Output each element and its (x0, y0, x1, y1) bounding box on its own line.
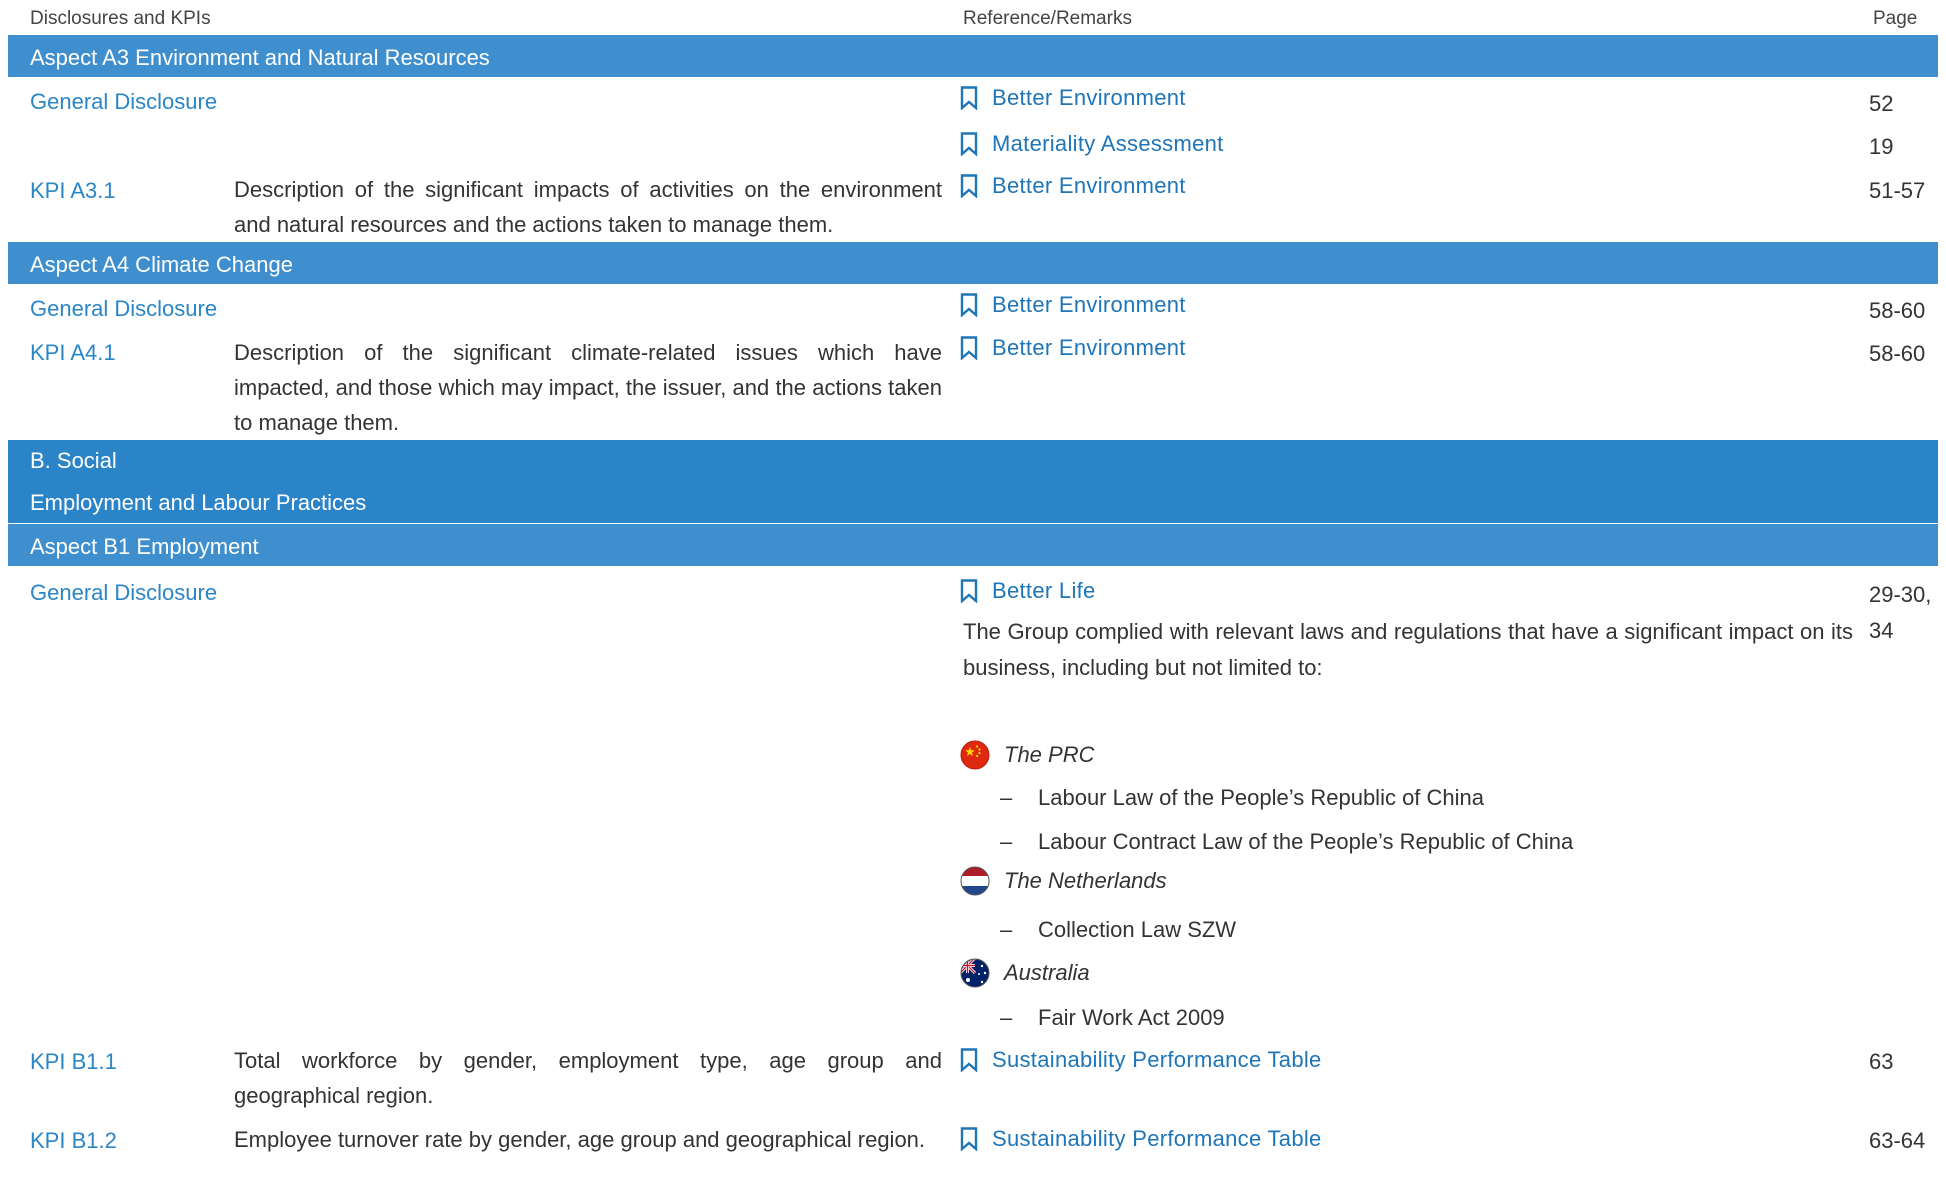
reference-link[interactable]: Sustainability Performance Table (960, 1126, 1322, 1152)
country-name: Australia (1004, 960, 1090, 985)
dash-marker: – (1000, 785, 1013, 810)
reference-text: Materiality Assessment (992, 131, 1224, 156)
reference-link[interactable]: Materiality Assessment (960, 131, 1224, 157)
bookmark-icon (960, 1048, 978, 1072)
page-number: 52 (1869, 91, 1894, 116)
page-number: 63-64 (1869, 1128, 1926, 1153)
law-item: – Labour Contract Law of the People’s Re… (1000, 829, 1573, 855)
section-title: B. Social (30, 448, 117, 473)
subsection-title: Employment and Labour Practices (30, 490, 367, 515)
reference-link[interactable]: Better Environment (960, 292, 1186, 318)
row-label-kpi-a4-1: KPI A4.1 (30, 340, 116, 365)
reference-text: Better Environment (992, 335, 1186, 360)
row-label-b1-general-disclosure: General Disclosure (30, 580, 218, 605)
kpi-description: Total workforce by gender, employment ty… (234, 1048, 942, 1108)
netherlands-flag-icon (960, 866, 990, 896)
row-label-a3-general-disclosure: General Disclosure (30, 89, 218, 114)
country-heading: Australia (960, 958, 1090, 988)
country-name: The PRC (1004, 742, 1095, 767)
reference-text: Better Environment (992, 173, 1186, 198)
dash-marker: – (1000, 917, 1013, 942)
reference-text: Sustainability Performance Table (992, 1126, 1322, 1151)
section-band-a3: Aspect A3 Environment and Natural Resour… (8, 35, 1938, 77)
bookmark-icon (960, 336, 978, 360)
bookmark-icon (960, 86, 978, 110)
section-title: Aspect A3 Environment and Natural Resour… (30, 45, 490, 70)
reference-link[interactable]: Better Environment (960, 335, 1186, 361)
china-flag-icon (960, 740, 990, 770)
reference-text: Better Environment (992, 292, 1186, 317)
bookmark-icon (960, 293, 978, 317)
law-item: – Fair Work Act 2009 (1000, 1005, 1225, 1031)
page-number: 63 (1869, 1049, 1894, 1074)
kpi-description: Description of the significant climate-r… (234, 340, 942, 435)
page-number: 29-30, (1869, 582, 1932, 607)
page-number: 51-57 (1869, 178, 1926, 203)
reference-text: Sustainability Performance Table (992, 1047, 1322, 1072)
reference-link[interactable]: Sustainability Performance Table (960, 1047, 1322, 1073)
law-name: Labour Contract Law of the People’s Repu… (1038, 829, 1574, 854)
page-number: 58-60 (1869, 341, 1926, 366)
bookmark-icon (960, 174, 978, 198)
reference-link[interactable]: Better Environment (960, 173, 1186, 199)
dash-marker: – (1000, 829, 1013, 854)
australia-flag-icon (960, 958, 990, 988)
law-name: Collection Law SZW (1038, 917, 1237, 942)
section-band-b1: Aspect B1 Employment (8, 524, 1938, 566)
country-heading: The PRC (960, 740, 1094, 770)
compliance-remark: The Group complied with relevant laws an… (963, 619, 1853, 680)
page-number: 58-60 (1869, 298, 1926, 323)
section-band-a4: Aspect A4 Climate Change (8, 242, 1938, 284)
country-name: The Netherlands (1004, 868, 1167, 893)
reference-link[interactable]: Better Life (960, 578, 1096, 604)
bookmark-icon (960, 579, 978, 603)
dash-marker: – (1000, 1005, 1013, 1030)
section-band-b-social: B. Social Employment and Labour Practice… (8, 440, 1938, 523)
country-heading: The Netherlands (960, 866, 1167, 896)
kpi-description: Description of the significant impacts o… (234, 177, 942, 237)
reference-text: Better Life (992, 578, 1096, 603)
law-name: Labour Law of the People’s Republic of C… (1038, 785, 1485, 810)
row-label-kpi-b1-1: KPI B1.1 (30, 1049, 117, 1074)
law-item: – Collection Law SZW (1000, 917, 1236, 943)
column-header-disclosures: Disclosures and KPIs (30, 8, 211, 29)
row-label-a4-general-disclosure: General Disclosure (30, 296, 218, 321)
column-header-reference: Reference/Remarks (963, 8, 1132, 29)
reference-text: Better Environment (992, 85, 1186, 110)
row-label-kpi-b1-2: KPI B1.2 (30, 1128, 117, 1153)
page-number: 34 (1869, 618, 1894, 643)
law-item: – Labour Law of the People’s Republic of… (1000, 785, 1484, 811)
section-title: Aspect A4 Climate Change (30, 252, 293, 277)
section-title: Aspect B1 Employment (30, 534, 259, 559)
page-number: 19 (1869, 134, 1894, 159)
bookmark-icon (960, 1127, 978, 1151)
kpi-description: Employee turnover rate by gender, age gr… (234, 1127, 926, 1152)
column-header-page: Page (1873, 8, 1918, 29)
reference-link[interactable]: Better Environment (960, 85, 1186, 111)
law-name: Fair Work Act 2009 (1038, 1005, 1225, 1030)
bookmark-icon (960, 132, 978, 156)
row-label-kpi-a3-1: KPI A3.1 (30, 178, 116, 203)
